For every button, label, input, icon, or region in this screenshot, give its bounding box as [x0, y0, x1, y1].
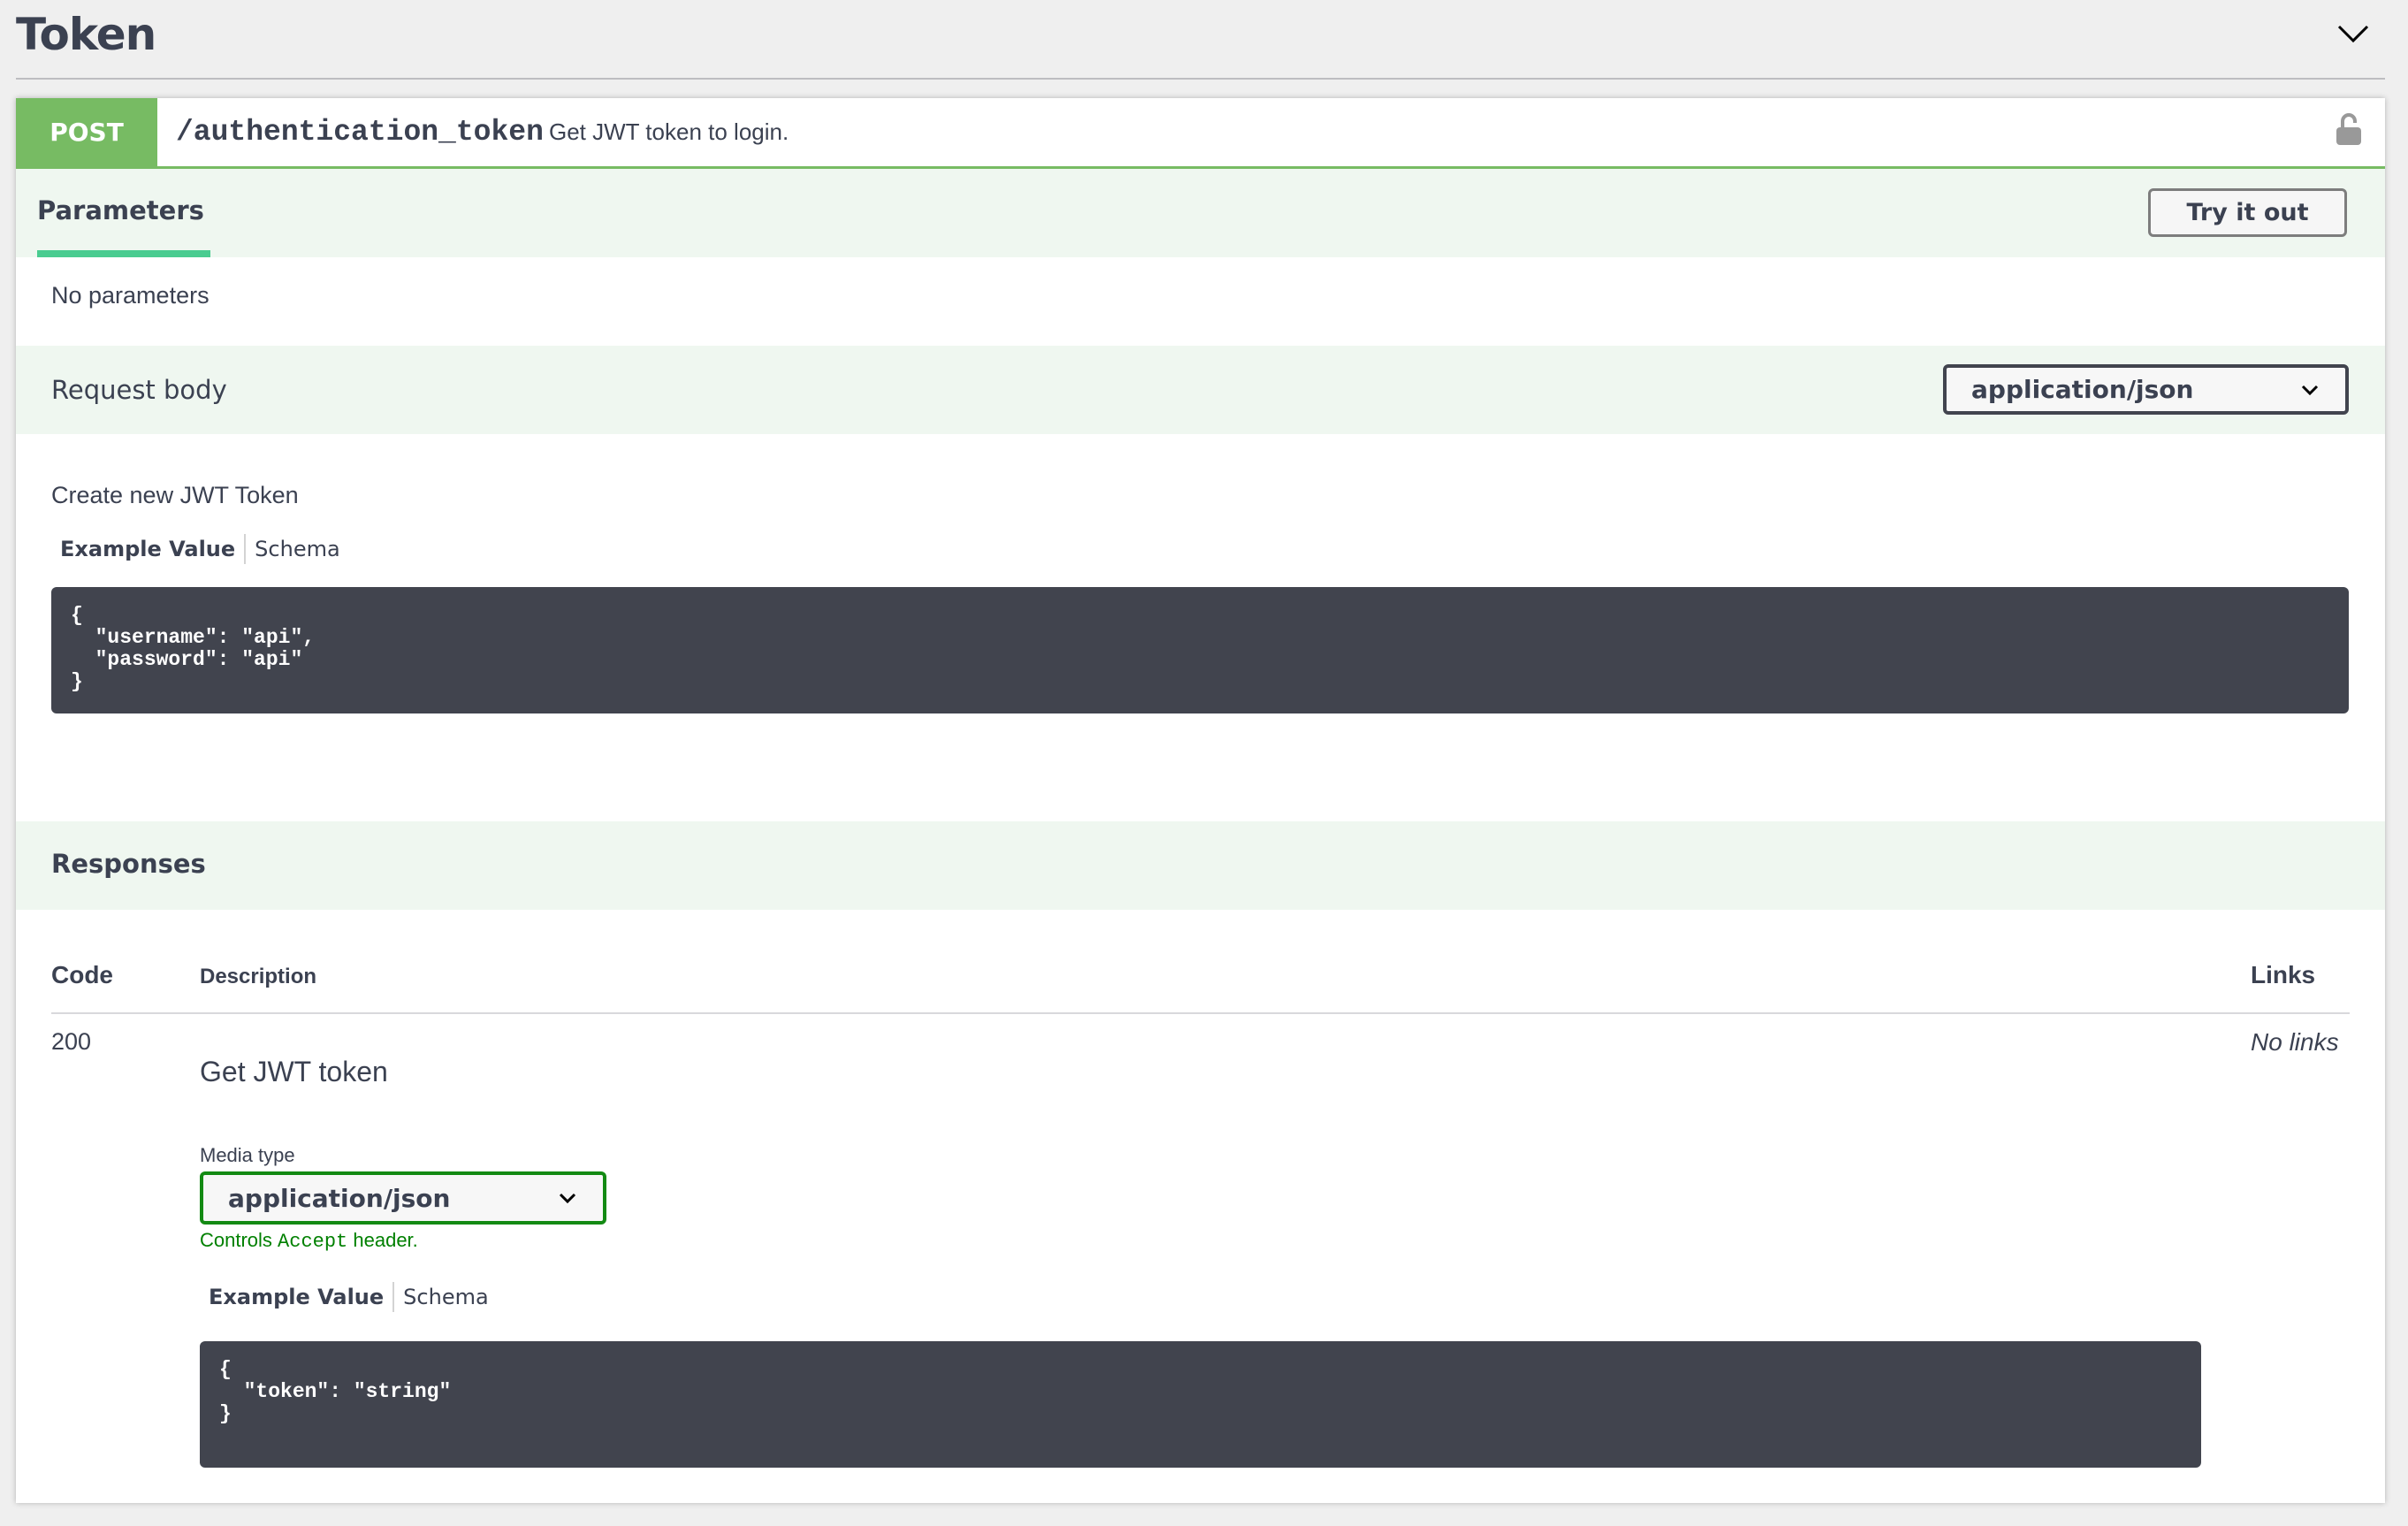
tab-active-indicator — [37, 250, 210, 257]
tab-example-value[interactable]: Example Value — [200, 1285, 392, 1309]
response-code: 200 — [51, 1028, 92, 1055]
response-example-tabs: Example Value Schema — [200, 1282, 498, 1312]
request-example-tabs: Example Value Schema — [51, 534, 349, 564]
table-header-divider — [51, 1012, 2350, 1014]
method-badge: POST — [16, 98, 157, 166]
controls-code: Accept — [278, 1231, 348, 1253]
response-example-code[interactable]: { "token": "string" } — [200, 1341, 2201, 1468]
try-it-out-button[interactable]: Try it out — [2148, 188, 2347, 237]
tag-title[interactable]: Token — [16, 9, 156, 60]
column-header-code: Code — [51, 961, 113, 988]
request-example-code[interactable]: { "username": "api", "password": "api" } — [51, 587, 2349, 713]
request-content-type-value: application/json — [1971, 375, 2194, 404]
tag-divider — [16, 78, 2385, 80]
response-links: No links — [2251, 1028, 2339, 1056]
request-content-type-select[interactable]: application/json — [1943, 364, 2349, 415]
operation-block: POST /authentication_token Get JWT token… — [16, 98, 2385, 1503]
response-description: Get JWT token — [200, 1056, 388, 1087]
chevron-down-icon — [2301, 385, 2319, 395]
chevron-down-icon — [559, 1193, 576, 1203]
responses-title: Responses — [51, 849, 206, 879]
tab-schema[interactable]: Schema — [246, 537, 349, 561]
responses-header: Responses — [16, 821, 2385, 910]
media-type-label: Media type — [200, 1144, 295, 1166]
tab-example-value[interactable]: Example Value — [51, 537, 244, 561]
response-media-type-value: application/json — [228, 1183, 451, 1213]
response-media-type-select[interactable]: application/json — [200, 1171, 606, 1225]
no-parameters-text: No parameters — [51, 282, 210, 309]
controls-accept-note: Controls Accept header. — [200, 1229, 418, 1253]
operation-path: /authentication_token — [176, 116, 544, 149]
tab-schema[interactable]: Schema — [394, 1285, 498, 1309]
request-body-header: Request body application/json — [16, 346, 2385, 434]
column-header-description: Description — [200, 965, 317, 988]
operation-summary-text: Get JWT token to login. — [549, 118, 789, 145]
request-body-label: Request body — [51, 375, 227, 405]
chevron-down-icon[interactable] — [2334, 19, 2373, 48]
unlocked-padlock-icon[interactable] — [2336, 111, 2362, 147]
tab-parameters[interactable]: Parameters — [37, 195, 204, 225]
parameters-header: Parameters Try it out — [16, 169, 2385, 257]
request-body-description: Create new JWT Token — [51, 482, 299, 508]
operation-summary[interactable]: POST /authentication_token Get JWT token… — [16, 98, 2385, 169]
column-header-links: Links — [2251, 961, 2316, 988]
controls-suffix: header. — [347, 1229, 418, 1251]
controls-prefix: Controls — [200, 1229, 278, 1251]
